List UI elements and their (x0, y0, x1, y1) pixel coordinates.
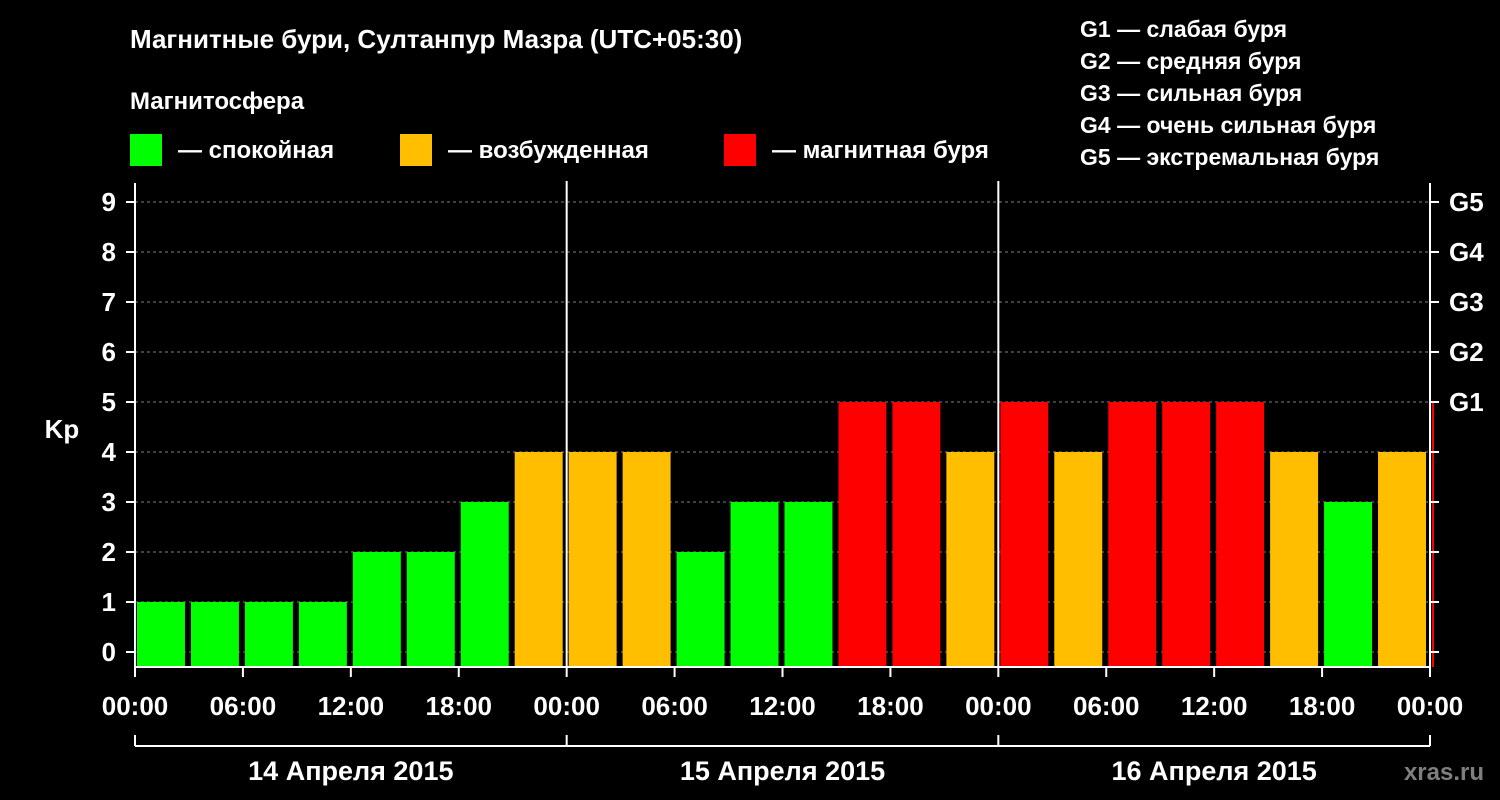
kp-bar (730, 502, 779, 667)
chart-title: Магнитные бури, Султанпур Мазра (UTC+05:… (130, 24, 742, 54)
x-tick-label: 06:00 (210, 691, 277, 721)
kp-bar (622, 452, 671, 667)
kp-bar (1162, 402, 1211, 667)
x-tick-label: 00:00 (102, 691, 169, 721)
x-tick-label: 00:00 (965, 691, 1032, 721)
legend-heading: Магнитосфера (130, 88, 305, 115)
kp-bar (892, 402, 941, 667)
g-level-label: G1 (1449, 387, 1484, 417)
y-tick-label: 6 (102, 337, 116, 367)
x-tick-label: 00:00 (1397, 691, 1464, 721)
watermark: xras.ru (1404, 759, 1484, 786)
legend-label-quiet: — спокойная (178, 137, 334, 164)
kp-chart: Магнитные бури, Султанпур Мазра (UTC+05:… (0, 0, 1500, 800)
kp-bar (1216, 402, 1265, 667)
g-level-label: G4 (1449, 237, 1484, 267)
y-tick-label: 5 (102, 387, 116, 417)
kp-bar (1432, 402, 1434, 667)
kp-bar (1324, 502, 1373, 667)
kp-bar (676, 552, 725, 667)
legend-swatch-unsettled (400, 134, 432, 166)
y-axis-label: Kp (45, 414, 80, 444)
g-level-label: G5 (1449, 187, 1484, 217)
kp-bar (352, 552, 401, 667)
day-label: 16 Апреля 2015 (1112, 756, 1317, 786)
y-tick-label: 9 (102, 187, 116, 217)
y-tick-label: 0 (102, 637, 116, 667)
g-level-label: G3 (1449, 287, 1484, 317)
kp-bar (568, 452, 617, 667)
x-tick-label: 12:00 (1181, 691, 1248, 721)
kp-bar (190, 602, 239, 667)
x-tick-label: 18:00 (1289, 691, 1356, 721)
y-tick-label: 1 (102, 587, 116, 617)
x-tick-label: 12:00 (749, 691, 816, 721)
kp-bar (406, 552, 455, 667)
kp-bar (244, 602, 293, 667)
kp-bar (1054, 452, 1103, 667)
x-tick-label: 06:00 (641, 691, 708, 721)
day-label: 15 Апреля 2015 (680, 756, 885, 786)
kp-bar (838, 402, 887, 667)
storm-level-g1: G1 — слабая буря (1080, 16, 1287, 42)
legend-swatch-quiet (130, 134, 162, 166)
kp-bar (946, 452, 995, 667)
x-tick-label: 06:00 (1073, 691, 1140, 721)
x-tick-label: 18:00 (857, 691, 924, 721)
kp-bar (514, 452, 563, 667)
kp-bar (1000, 402, 1049, 667)
x-tick-label: 12:00 (318, 691, 385, 721)
storm-level-g3: G3 — сильная буря (1080, 80, 1302, 106)
legend-label-unsettled: — возбужденная (448, 137, 649, 164)
kp-bar (1270, 452, 1319, 667)
day-label: 14 Апреля 2015 (248, 756, 453, 786)
storm-level-g2: G2 — средняя буря (1080, 48, 1301, 74)
y-tick-label: 2 (102, 537, 116, 567)
y-tick-label: 7 (102, 287, 116, 317)
y-tick-label: 4 (102, 437, 117, 467)
storm-level-g5: G5 — экстремальная буря (1080, 144, 1379, 170)
kp-bar (137, 602, 185, 667)
y-tick-label: 3 (102, 487, 116, 517)
legend-swatch-storm (724, 134, 756, 166)
legend-label-storm: — магнитная буря (772, 137, 989, 164)
kp-bar (784, 502, 833, 667)
kp-bar (298, 602, 347, 667)
x-tick-label: 00:00 (533, 691, 600, 721)
kp-bar (460, 502, 509, 667)
kp-bar (1378, 452, 1426, 667)
x-tick-label: 18:00 (426, 691, 493, 721)
kp-bar (1108, 402, 1157, 667)
storm-level-g4: G4 — очень сильная буря (1080, 112, 1376, 138)
g-level-label: G2 (1449, 337, 1484, 367)
y-tick-label: 8 (102, 237, 116, 267)
